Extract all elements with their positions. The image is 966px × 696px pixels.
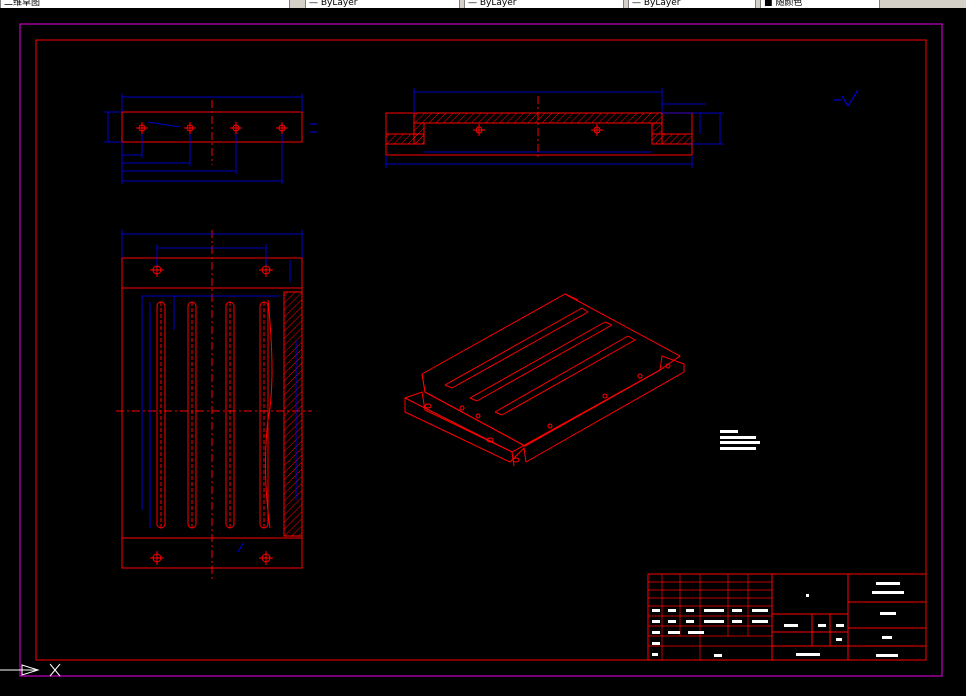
color-combo-text: ■ 随颜色 <box>764 0 803 8</box>
front-view-dimensions <box>385 88 724 168</box>
front-view <box>385 96 693 160</box>
top-view-dimensions <box>104 94 318 184</box>
cad-drawing <box>0 23 943 677</box>
ucs-axis-icon <box>0 663 61 677</box>
layer-combo-text: 二维草图 <box>4 0 41 8</box>
layer-combo[interactable]: 二维草图 <box>0 0 290 8</box>
plotstyle-combo-text: — ByLayer <box>632 0 681 8</box>
toolbar: 二维草图 — ByLayer — ByLayer — ByLayer ■ 随颜色 <box>0 0 966 8</box>
drawing-canvas[interactable] <box>0 8 966 692</box>
color-combo[interactable]: ■ 随颜色 <box>760 0 880 8</box>
plotstyle-combo[interactable]: — ByLayer <box>628 0 756 8</box>
plan-view <box>116 230 312 582</box>
surface-roughness-icon <box>834 89 859 107</box>
technical-notes <box>720 430 760 450</box>
isometric-view <box>404 293 685 467</box>
lineweight-combo-text: — ByLayer <box>468 0 517 8</box>
lineweight-combo[interactable]: — ByLayer <box>464 0 624 8</box>
title-block <box>647 573 927 661</box>
linetype-combo-text: — ByLayer <box>309 0 358 8</box>
top-view <box>121 100 303 165</box>
linetype-combo[interactable]: — ByLayer <box>305 0 460 8</box>
drawing-frame <box>35 39 927 661</box>
